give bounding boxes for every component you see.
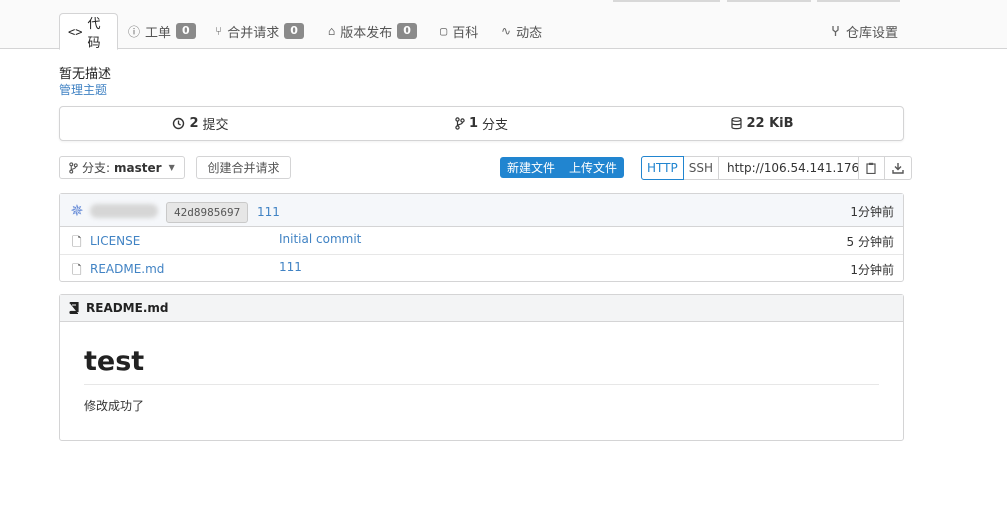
readme-content: test 修改成功了 — [60, 322, 903, 414]
tab-label: 百科 — [452, 25, 479, 41]
clone-url-input[interactable]: http://106.54.141.176 — [719, 157, 859, 179]
download-button[interactable] — [885, 157, 911, 179]
download-icon — [892, 163, 904, 174]
branch-icon — [69, 161, 78, 174]
tab-label: 仓库设置 — [846, 25, 899, 41]
repo-description: 暂无描述 — [59, 67, 112, 82]
tools-icon — [832, 26, 839, 36]
size-stat: 22 KiB — [622, 107, 903, 140]
tab-pull-requests[interactable]: ⑂ 合并请求 0 — [207, 13, 312, 49]
ssh-toggle-button[interactable]: SSH — [684, 157, 719, 179]
issues-count-badge: 0 — [176, 23, 196, 39]
caret-down-icon: ▼ — [168, 163, 175, 172]
copy-url-button[interactable] — [859, 157, 885, 179]
clone-url-bar: HTTP SSH http://106.54.141.176 — [641, 156, 912, 180]
tab-label: 版本发布 — [340, 25, 393, 41]
header-button-edge — [727, 0, 811, 2]
readme-filename: README.md — [86, 301, 169, 315]
clipboard-icon — [866, 162, 877, 174]
pull-requests-count-badge: 0 — [284, 23, 304, 39]
tab-wiki[interactable]: ▢ 百科 — [432, 13, 486, 49]
branch-dropdown[interactable]: 分支: master ▼ — [59, 156, 185, 179]
releases-count-badge: 0 — [397, 23, 417, 39]
http-toggle-button[interactable]: HTTP — [641, 156, 684, 180]
tab-issues[interactable]: ⓘ 工单 0 — [120, 13, 204, 49]
repo-header: <> 代码 ⓘ 工单 0 ⑂ 合并请求 0 ⌂ 版本发布 0 ▢ 百科 ∿ 动态… — [0, 0, 1007, 51]
file-list-table: ✵ 42d8985697 111 1分钟前 🗋 LICENSE Initial … — [59, 193, 904, 282]
avatar[interactable]: ✵ — [68, 202, 86, 220]
new-pull-request-button[interactable]: 创建合并请求 — [196, 156, 291, 179]
readme-heading: test — [84, 346, 879, 385]
latest-commit-row: ✵ 42d8985697 111 1分钟前 — [60, 194, 903, 227]
database-icon — [731, 117, 743, 130]
commit-sha-button[interactable]: 42d8985697 — [166, 202, 249, 223]
branch-name: master — [114, 160, 162, 175]
history-icon — [173, 117, 185, 130]
file-commit-message-link[interactable]: Initial commit — [279, 232, 361, 246]
tab-releases[interactable]: ⌂ 版本发布 0 — [320, 13, 425, 49]
table-row: 🗋 LICENSE Initial commit 5 分钟前 — [60, 227, 903, 255]
file-name-link[interactable]: README.md — [90, 262, 164, 276]
repo-size: 22 KiB — [746, 116, 794, 131]
tab-label: 代码 — [87, 16, 101, 51]
pull-request-icon: ⑂ — [215, 24, 223, 38]
branch-icon — [455, 117, 465, 130]
branches-stat[interactable]: 1 分支 — [341, 107, 622, 140]
commit-message-link[interactable]: 111 — [257, 205, 280, 219]
file-actions-group: 新建文件 上传文件 — [500, 157, 625, 178]
file-name-link[interactable]: LICENSE — [90, 234, 140, 248]
pulse-icon: ∿ — [501, 24, 512, 38]
header-button-edge — [613, 0, 720, 2]
repo-stats-bar: 2 提交 1 分支 22 KiB — [59, 106, 904, 141]
file-commit-time: 5 分钟前 — [846, 235, 894, 249]
readme-panel: README.md test 修改成功了 — [59, 294, 904, 441]
book-icon — [69, 302, 79, 314]
file-commit-time: 1分钟前 — [850, 263, 894, 277]
tab-code[interactable]: <> 代码 — [59, 13, 118, 51]
author-name-redacted — [90, 204, 158, 218]
commits-label: 提交 — [202, 118, 229, 133]
file-icon: 🗋 — [72, 235, 82, 249]
table-row: 🗋 README.md 111 1分钟前 — [60, 255, 903, 283]
file-commit-message-link[interactable]: 111 — [279, 260, 302, 274]
branches-label: 分支 — [482, 118, 509, 133]
tab-settings[interactable]: 仓库设置 — [822, 13, 906, 49]
commit-time: 1分钟前 — [850, 205, 894, 219]
tab-activity[interactable]: ∿ 动态 — [493, 13, 550, 49]
book-icon: ▢ — [440, 24, 448, 38]
header-button-edge — [817, 0, 900, 2]
tab-label: 动态 — [516, 25, 543, 41]
branches-count: 1 — [468, 116, 479, 131]
manage-topics-link[interactable]: 管理主题 — [59, 81, 107, 98]
file-icon: 🗋 — [72, 263, 82, 277]
issue-icon: ⓘ — [128, 24, 141, 39]
tab-label: 工单 — [145, 25, 172, 41]
commits-stat[interactable]: 2 提交 — [60, 107, 341, 140]
commits-count: 2 — [189, 116, 199, 131]
readme-paragraph: 修改成功了 — [84, 399, 145, 413]
tag-icon: ⌂ — [328, 24, 336, 38]
tab-label: 合并请求 — [227, 25, 280, 41]
code-icon: <> — [68, 24, 83, 39]
branch-prefix: 分支: — [82, 161, 111, 175]
upload-file-button[interactable]: 上传文件 — [562, 159, 624, 176]
readme-header: README.md — [60, 295, 903, 322]
new-file-button[interactable]: 新建文件 — [500, 159, 562, 176]
